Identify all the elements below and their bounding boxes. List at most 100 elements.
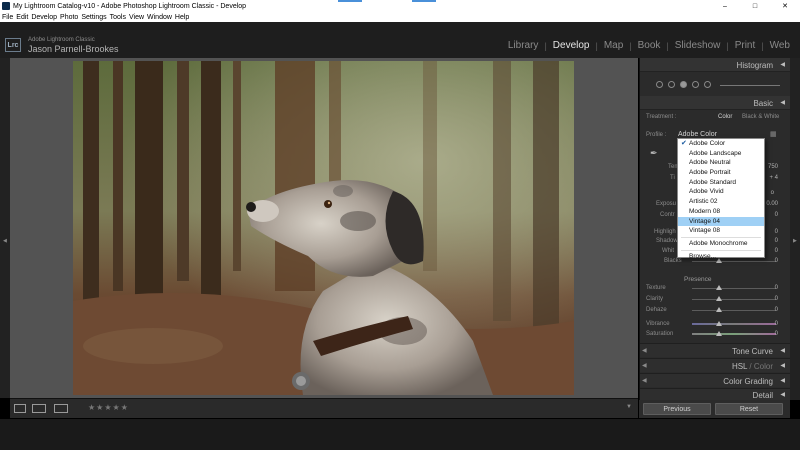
color-tab[interactable]: Color	[754, 362, 773, 371]
module-library[interactable]: Library	[508, 40, 539, 51]
profile-option-adobe-monochrome[interactable]: Adobe Monochrome	[678, 239, 764, 249]
texture-slider-thumb[interactable]	[716, 285, 722, 290]
menu-bar: File Edit Develop Photo Settings Tools V…	[0, 12, 800, 22]
vibrance-value[interactable]: 0	[775, 321, 778, 327]
menu-tools[interactable]: Tools	[110, 14, 126, 21]
profile-browser-icon[interactable]: ▦	[770, 130, 777, 138]
clarity-value[interactable]: 0	[775, 296, 778, 302]
tint-value[interactable]: + 4	[769, 175, 778, 181]
lightroom-app-icon	[2, 2, 10, 10]
menu-view[interactable]: View	[129, 14, 144, 21]
profile-option-adobe-vivid[interactable]: Adobe Vivid	[678, 187, 764, 197]
vibrance-slider-thumb[interactable]	[716, 321, 722, 326]
hsl-tab[interactable]: HSL	[732, 362, 747, 371]
menu-settings[interactable]: Settings	[81, 14, 106, 21]
shadows-value[interactable]: 0	[775, 238, 778, 244]
crop-tool-icon[interactable]	[656, 81, 663, 88]
expand-left-icon[interactable]: ◀	[3, 238, 7, 244]
profile-select[interactable]: Adobe Color	[678, 131, 717, 138]
highlights-value[interactable]: 0	[775, 229, 778, 235]
collapse-right-icon[interactable]: ▶	[793, 238, 797, 244]
redeye-icon[interactable]	[680, 81, 687, 88]
dehaze-slider[interactable]	[692, 310, 776, 311]
loupe-view-icon[interactable]	[14, 404, 26, 413]
vibrance-slider[interactable]	[692, 323, 776, 325]
tone-curve-title: Tone Curve	[732, 347, 773, 356]
toolbar-menu-icon[interactable]: ▼	[626, 404, 632, 410]
module-separator: |	[595, 40, 598, 51]
whites-value[interactable]: 0	[775, 248, 778, 254]
module-print[interactable]: Print	[735, 40, 756, 51]
module-develop[interactable]: Develop	[553, 40, 590, 51]
dehaze-label: Dehaze	[646, 307, 667, 313]
right-panel-scrollbar[interactable]: ▶	[790, 58, 800, 400]
contrast-value[interactable]: 0	[775, 212, 778, 218]
tool-slider[interactable]	[720, 85, 780, 86]
contrast-label: Contr	[660, 212, 675, 218]
module-picker: Library | Develop | Map | Book | Slidesh…	[502, 40, 790, 51]
exposure-value[interactable]: 0.00	[766, 201, 778, 207]
menu-file[interactable]: File	[2, 14, 13, 21]
module-book[interactable]: Book	[638, 40, 661, 51]
compare-view-icon[interactable]	[54, 404, 68, 413]
dehaze-slider-thumb[interactable]	[716, 307, 722, 312]
menu-develop[interactable]: Develop	[31, 14, 57, 21]
texture-slider[interactable]	[692, 288, 776, 289]
auto-button[interactable]: o	[771, 190, 774, 196]
maximize-button[interactable]: □	[740, 0, 770, 12]
menu-photo[interactable]: Photo	[60, 14, 78, 21]
histogram-header[interactable]: Histogram ◀	[640, 58, 791, 72]
minimize-button[interactable]: –	[710, 0, 740, 12]
profile-option-artistic-02[interactable]: Artistic 02	[678, 197, 764, 207]
panel-switch-icon[interactable]: ◀	[642, 377, 647, 384]
panel-switch-icon[interactable]: ◀	[642, 362, 647, 369]
expand-icon: ◀	[780, 348, 785, 354]
spot-removal-icon[interactable]	[668, 81, 675, 88]
dehaze-value[interactable]: 0	[775, 307, 778, 313]
close-button[interactable]: ✕	[770, 0, 800, 12]
panel-switch-icon[interactable]: ◀	[642, 347, 647, 354]
blacks-value[interactable]: 0	[775, 258, 778, 264]
treatment-color[interactable]: Color	[718, 114, 732, 120]
profile-option-adobe-color[interactable]: ✔ Adobe Color	[678, 139, 764, 149]
profile-option-adobe-standard[interactable]: Adobe Standard	[678, 178, 764, 188]
module-map[interactable]: Map	[604, 40, 623, 51]
profile-option-modern-08[interactable]: Modern 08	[678, 207, 764, 217]
left-panel-collapsed[interactable]: ◀	[0, 58, 10, 398]
hsl-color-header[interactable]: ◀ HSL / Color ◀	[640, 358, 791, 372]
saturation-slider[interactable]	[692, 333, 776, 335]
profile-option-adobe-neutral[interactable]: Adobe Neutral	[678, 158, 764, 168]
basic-header[interactable]: Basic ◀	[640, 96, 791, 110]
profile-option-adobe-portrait[interactable]: Adobe Portrait	[678, 168, 764, 178]
menu-divider	[681, 249, 761, 251]
reset-button[interactable]: Reset	[715, 403, 783, 415]
previous-button[interactable]: Previous	[643, 403, 711, 415]
saturation-value[interactable]: 0	[775, 331, 778, 337]
module-slideshow[interactable]: Slideshow	[675, 40, 721, 51]
clarity-slider[interactable]	[692, 299, 776, 300]
tone-curve-header[interactable]: ◀ Tone Curve ◀	[640, 343, 791, 357]
module-web[interactable]: Web	[770, 40, 790, 51]
white-balance-eyedropper-icon[interactable]: ✒	[650, 148, 658, 159]
profile-browse-option[interactable]: Browse...	[678, 252, 764, 262]
rating-stars[interactable]: ★★★★★	[88, 403, 129, 412]
color-grading-header[interactable]: ◀ Color Grading ◀	[640, 373, 791, 387]
profile-option-adobe-landscape[interactable]: Adobe Landscape	[678, 149, 764, 159]
photo-preview[interactable]	[73, 61, 574, 395]
mask-tool-icon[interactable]	[704, 81, 711, 88]
masking-icon[interactable]	[692, 81, 699, 88]
treatment-bw[interactable]: Black & White	[742, 114, 779, 120]
profile-option-vintage-04[interactable]: Vintage 04	[678, 216, 764, 227]
treatment-label: Treatment :	[646, 114, 677, 120]
clarity-slider-thumb[interactable]	[716, 296, 722, 301]
temp-value[interactable]: 750	[768, 164, 778, 170]
profile-option-vintage-08[interactable]: Vintage 08	[678, 226, 764, 236]
module-separator: |	[726, 40, 729, 51]
menu-edit[interactable]: Edit	[16, 14, 28, 21]
menu-window[interactable]: Window	[147, 14, 172, 21]
texture-value[interactable]: 0	[775, 285, 778, 291]
before-after-icon[interactable]	[32, 404, 46, 413]
saturation-slider-thumb[interactable]	[716, 331, 722, 336]
menu-help[interactable]: Help	[175, 14, 189, 21]
detail-header[interactable]: Detail ◀	[640, 388, 791, 400]
